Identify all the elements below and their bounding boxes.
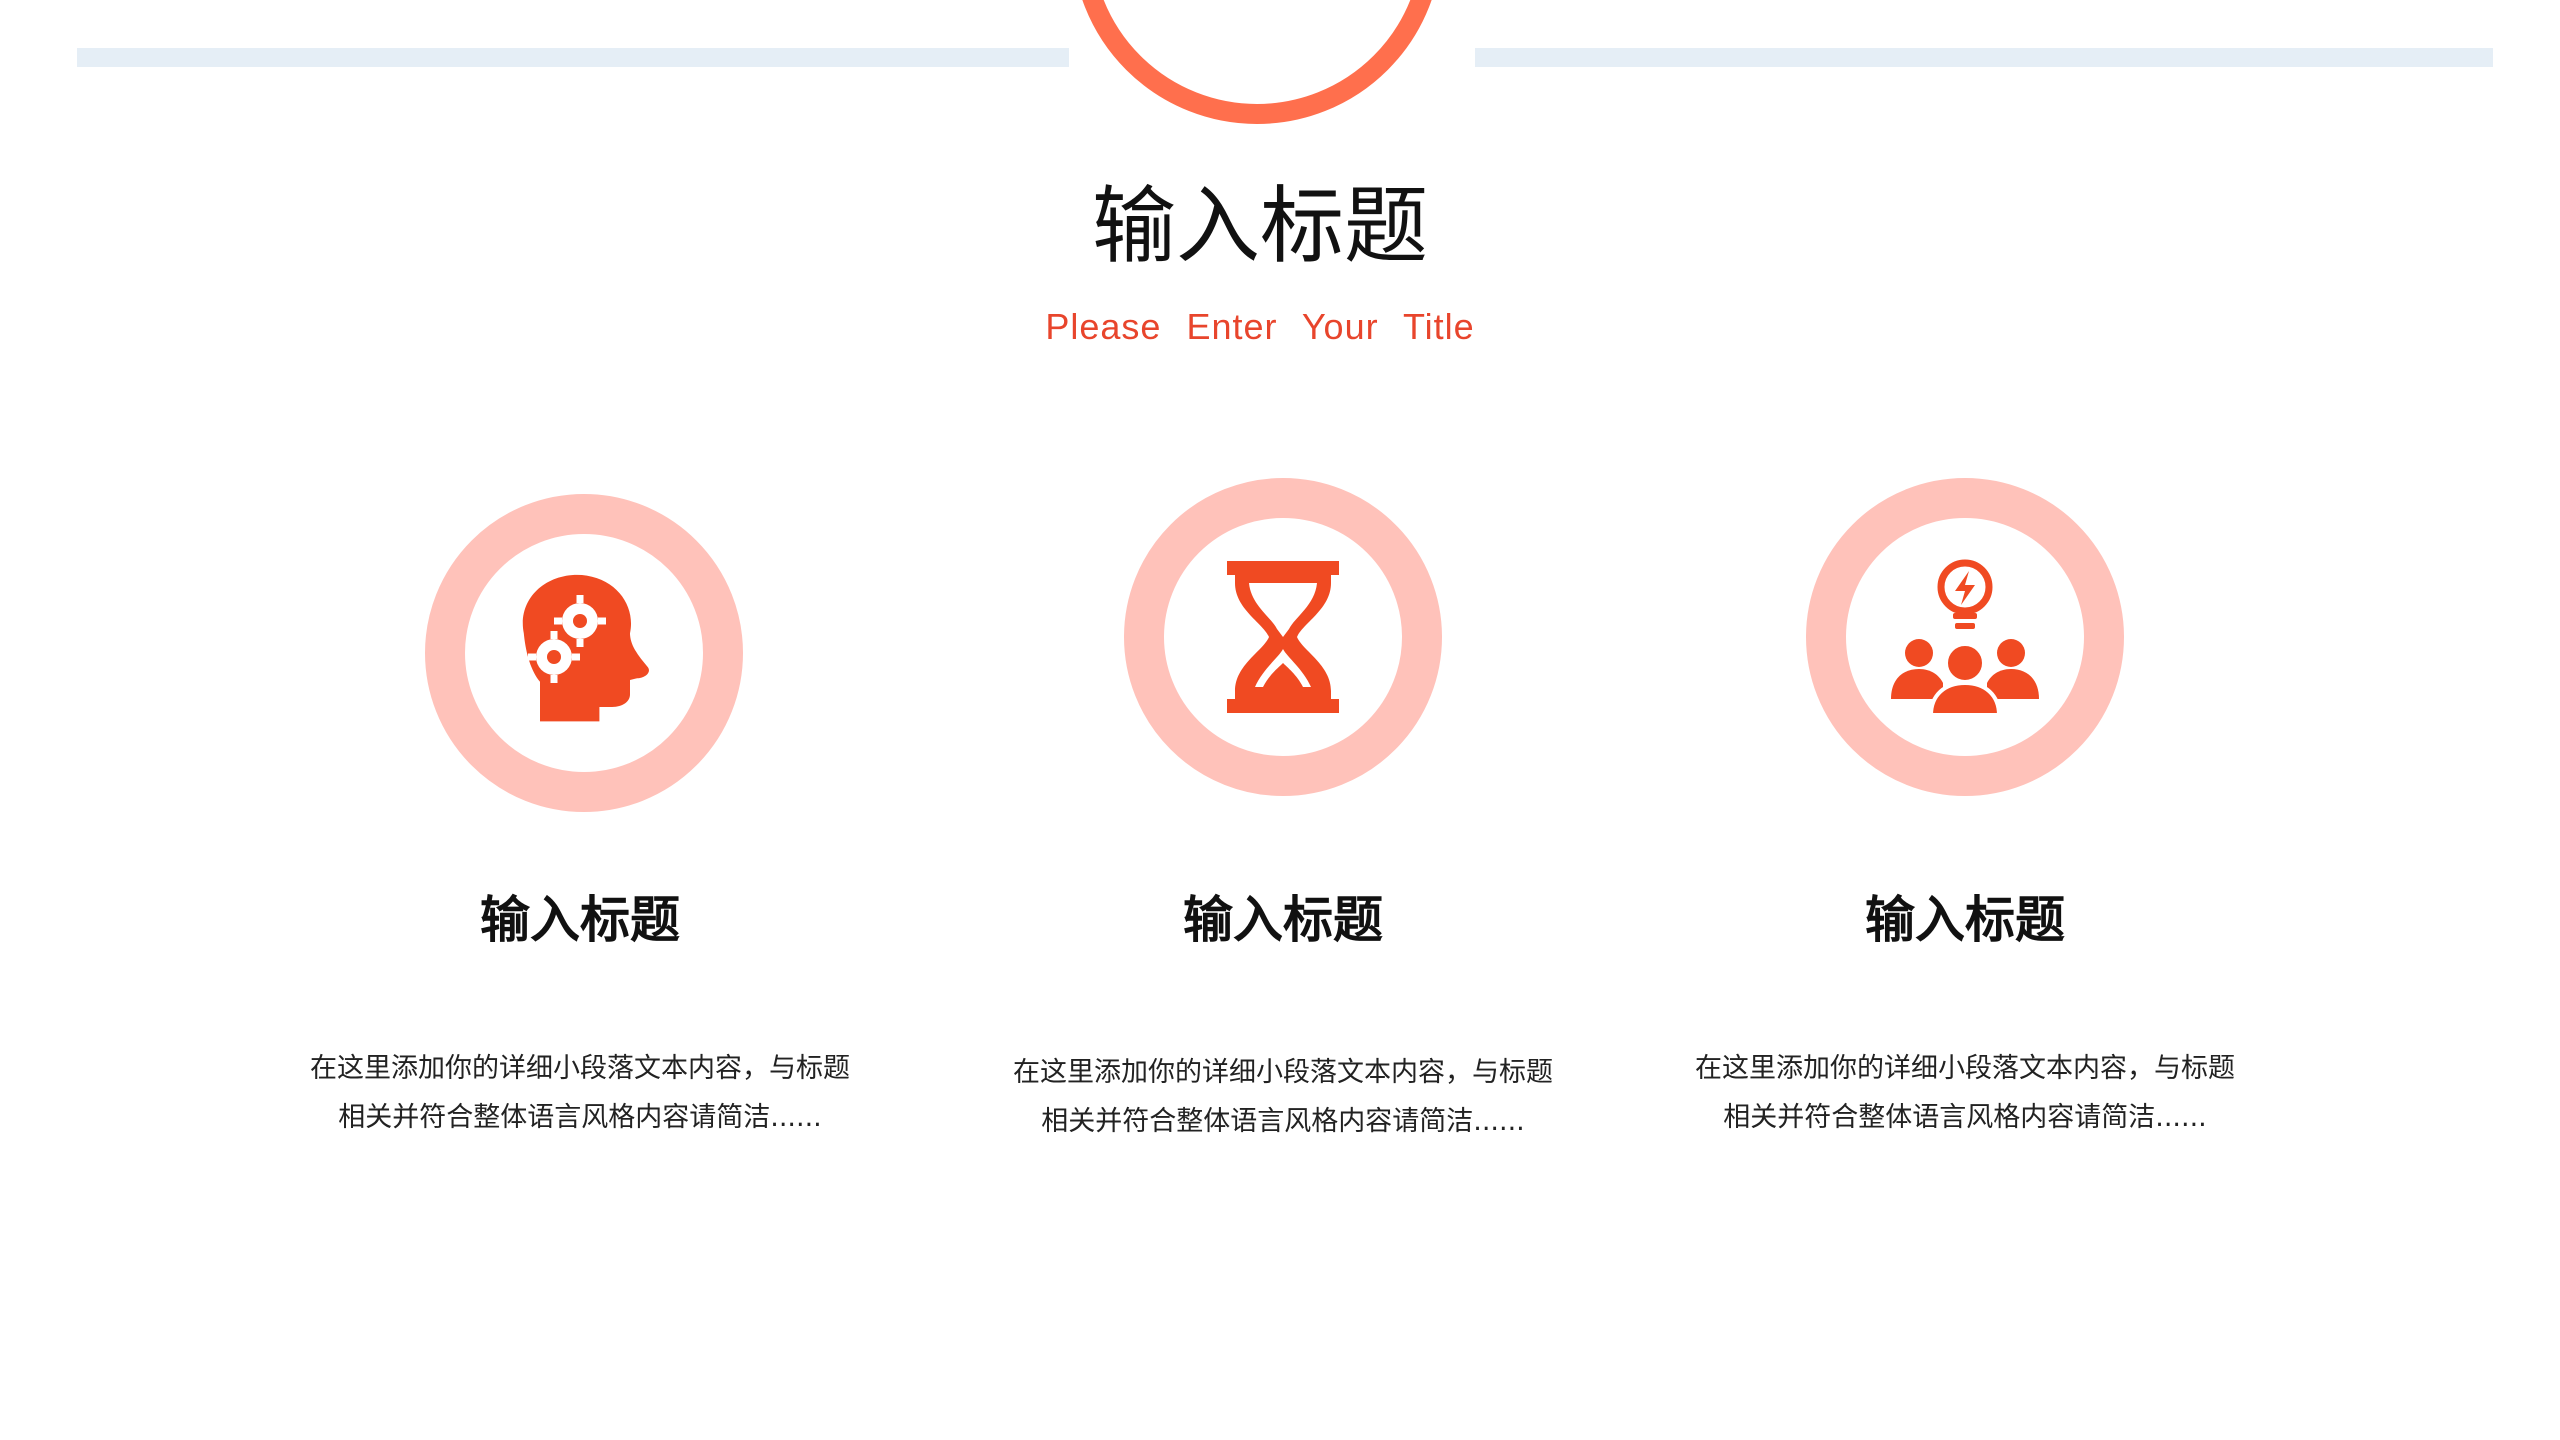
card-title: 输入标题 (1183, 891, 1383, 949)
card-description-line: 相关并符合整体语言风格内容请简洁...... (338, 1102, 822, 1133)
feature-card-2: 输入标题 在这里添加你的详细小段落文本内容，与标题 相关并符合整体语言风格内容请… (973, 0, 1593, 1137)
card-description-line: 相关并符合整体语言风格内容请简洁...... (1723, 1102, 2207, 1133)
card-description: 在这里添加你的详细小段落文本内容，与标题 相关并符合整体语言风格内容请简洁...… (973, 1048, 1593, 1146)
card-description-line: 在这里添加你的详细小段落文本内容，与标题 (1695, 1053, 2235, 1084)
icon-ring (1806, 478, 2124, 796)
icon-ring (425, 494, 743, 812)
card-title: 输入标题 (1865, 891, 2065, 949)
icon-ring (1124, 478, 1442, 796)
feature-card-1: 输入标题 在这里添加你的详细小段落文本内容，与标题 相关并符合整体语言风格内容请… (270, 0, 890, 1133)
card-description: 在这里添加你的详细小段落文本内容，与标题 相关并符合整体语言风格内容请简洁...… (1655, 1044, 2275, 1142)
card-description-line: 相关并符合整体语言风格内容请简洁...... (1041, 1106, 1525, 1137)
card-description-line: 在这里添加你的详细小段落文本内容，与标题 (1013, 1057, 1553, 1088)
team-idea-icon (1885, 557, 2045, 717)
card-description: 在这里添加你的详细小段落文本内容，与标题 相关并符合整体语言风格内容请简洁...… (270, 1044, 890, 1142)
feature-card-3: 输入标题 在这里添加你的详细小段落文本内容，与标题 相关并符合整体语言风格内容请… (1655, 0, 2275, 1133)
card-description-line: 在这里添加你的详细小段落文本内容，与标题 (310, 1053, 850, 1084)
head-gears-icon (504, 573, 664, 733)
card-title: 输入标题 (480, 891, 680, 949)
hourglass-icon (1203, 557, 1363, 717)
